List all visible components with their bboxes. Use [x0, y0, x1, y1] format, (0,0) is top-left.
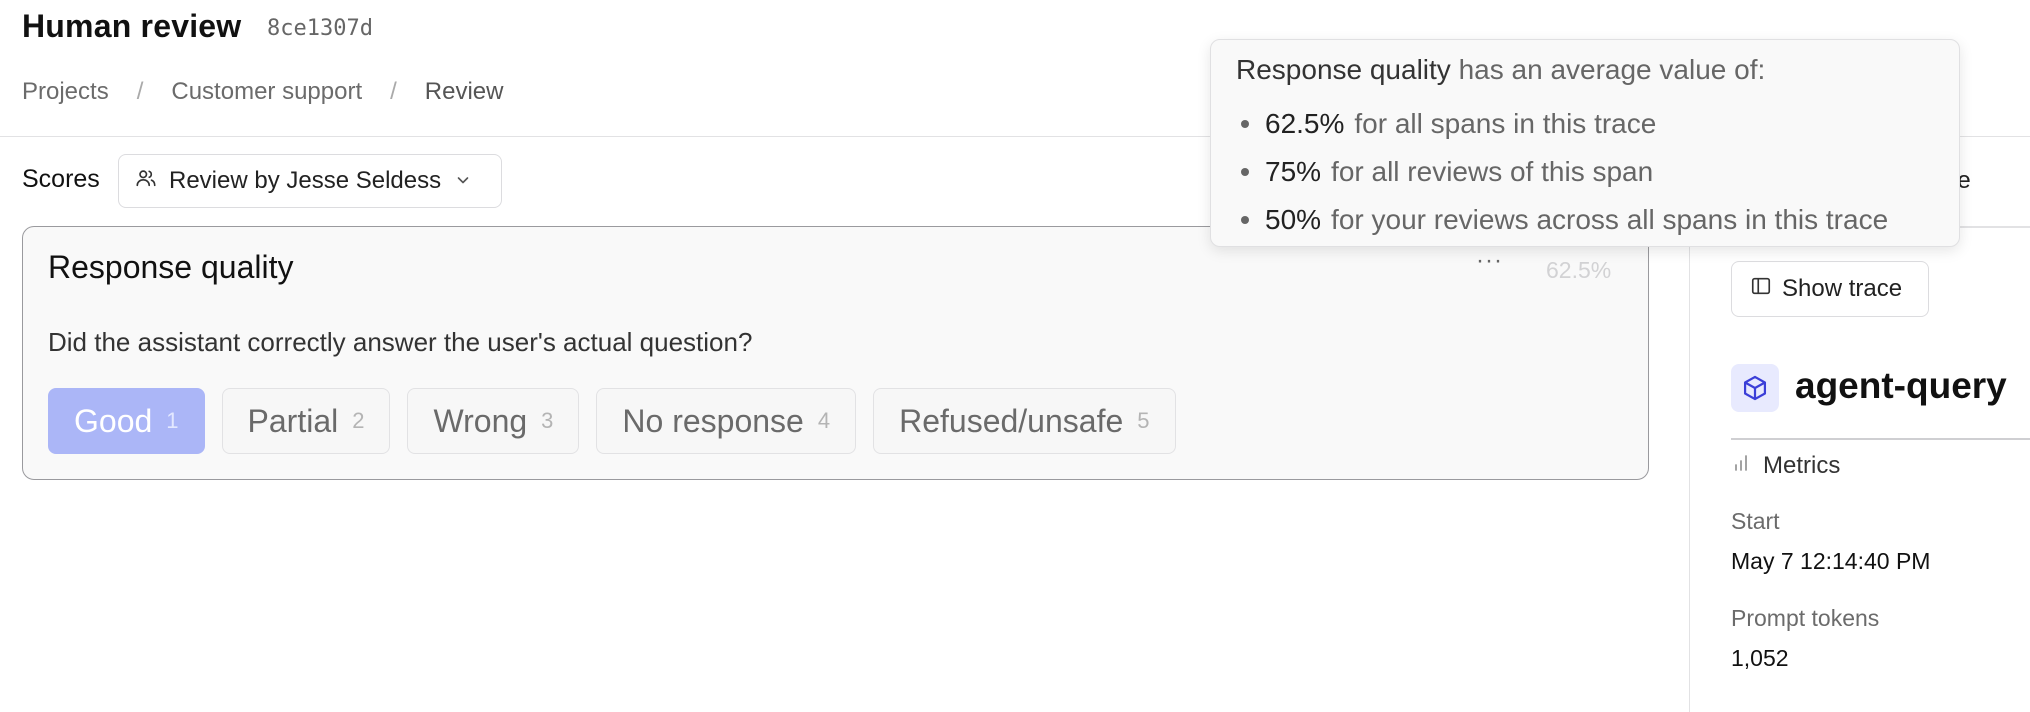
bullet [1241, 168, 1249, 176]
tooltip-item-value: 62.5% [1265, 108, 1345, 139]
breadcrumb-separator: / [390, 78, 397, 105]
prompt-tokens-value: 1,052 [1731, 645, 1789, 671]
option-shortcut: 4 [817, 408, 831, 433]
option-shortcut: 2 [352, 408, 365, 433]
score-average: 62.5% [1546, 257, 1612, 283]
tooltip-item-text: for your reviews across all spans in thi… [1331, 204, 1889, 235]
chevron-down-icon [455, 167, 471, 195]
bar-chart-icon [1731, 452, 1751, 480]
start-value: May 7 12:14:40 PM [1731, 548, 1931, 574]
show-trace-button[interactable]: Show trace [1731, 261, 1929, 317]
tooltip-heading: Response quality has an average value of… [1236, 54, 1765, 86]
option-no-response[interactable]: No response 4 [596, 388, 857, 454]
tooltip-item: 75% for all reviews of this span [1236, 148, 1888, 196]
option-label: Good [74, 402, 153, 439]
score-options: Good 1 Partial 2 Wrong 3 No response 4 R… [48, 388, 1193, 454]
metrics-label: Metrics [1763, 452, 1841, 479]
scores-label: Scores [22, 165, 100, 193]
score-card: Response quality ··· 62.5% Did the assis… [22, 226, 1649, 480]
reviewer-selector-label: Review by Jesse Seldess [169, 167, 442, 194]
option-wrong[interactable]: Wrong 3 [407, 388, 580, 454]
score-card-title: Response quality [48, 249, 294, 285]
option-shortcut: 1 [166, 408, 179, 433]
option-good[interactable]: Good 1 [48, 388, 205, 454]
tooltip-item-text: for all spans in this trace [1354, 108, 1657, 139]
breadcrumb-customer-support[interactable]: Customer support [171, 78, 362, 106]
breadcrumb-projects[interactable]: Projects [22, 78, 109, 106]
panel-left-icon [1750, 275, 1772, 304]
users-icon [135, 167, 157, 196]
bullet [1241, 120, 1249, 128]
cube-icon [1731, 364, 1779, 412]
option-label: No response [622, 402, 804, 439]
breadcrumb: Projects / Customer support / Review [22, 78, 504, 106]
prompt-tokens-label: Prompt tokens [1731, 605, 1880, 631]
tooltip-item-value: 75% [1265, 156, 1322, 187]
bullet [1241, 216, 1249, 224]
show-trace-label: Show trace [1782, 275, 1903, 302]
tooltip-item-value: 50% [1265, 204, 1322, 235]
option-label: Partial [247, 402, 339, 439]
page-title: Human review [22, 8, 242, 44]
metrics-section-header[interactable]: Metrics [1731, 452, 1840, 480]
option-label: Refused/unsafe [899, 402, 1124, 439]
score-question: Did the assistant correctly answer the u… [48, 327, 753, 357]
option-shortcut: 3 [541, 408, 554, 433]
tooltip-metric-name: Response quality [1236, 54, 1451, 85]
tooltip-item: 50% for your reviews across all spans in… [1236, 196, 1888, 244]
option-shortcut: 5 [1137, 408, 1150, 433]
breadcrumb-separator: / [136, 78, 144, 105]
breadcrumb-review[interactable]: Review [425, 78, 504, 106]
option-refused-unsafe[interactable]: Refused/unsafe 5 [873, 388, 1176, 454]
tooltip-intro: has an average value of: [1450, 54, 1766, 85]
tooltip-item-text: for all reviews of this span [1331, 156, 1654, 187]
option-partial[interactable]: Partial 2 [221, 388, 391, 454]
reviewer-selector[interactable]: Review by Jesse Seldess [118, 154, 502, 208]
start-label: Start [1731, 508, 1780, 534]
span-name: agent-query [1795, 365, 2007, 406]
trace-hash[interactable]: 8ce1307d [267, 16, 373, 41]
ellipsis-icon[interactable]: ··· [1476, 247, 1503, 275]
tooltip-item: 62.5% for all spans in this trace [1236, 100, 1888, 148]
divider [1731, 438, 2030, 440]
score-average-tooltip: Response quality has an average value of… [1210, 39, 1960, 247]
tooltip-list: 62.5% for all spans in this trace 75% fo… [1236, 100, 1888, 244]
option-label: Wrong [433, 402, 528, 439]
